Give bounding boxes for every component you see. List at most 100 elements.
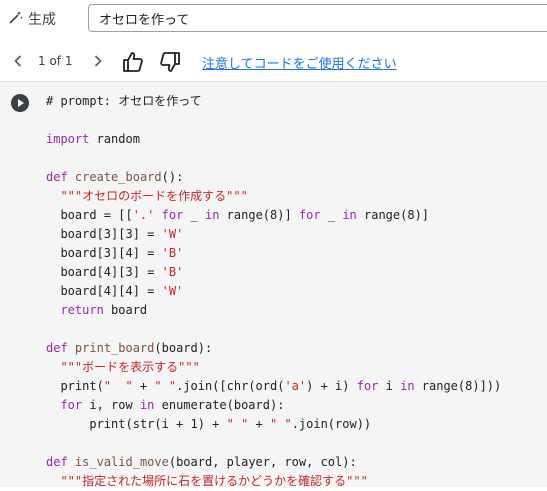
code-token: + [132, 379, 155, 393]
code-token: import [46, 132, 90, 146]
code-line: import random [46, 130, 541, 149]
code-usage-caution-link[interactable]: 注意してコードをご使用ください [202, 53, 397, 72]
code-token: print( [46, 379, 104, 393]
play-icon [18, 99, 24, 107]
magic-wand-icon [8, 9, 24, 29]
code-token: i [378, 379, 401, 393]
code-token: '.' [132, 208, 155, 222]
code-line: print(str(i + 1) + " " + " ".join(row)) [46, 415, 541, 434]
code-token: 'B' [161, 246, 184, 260]
code-token: """指定された場所に石を置けるかどうかを確認する""" [60, 474, 368, 488]
code-token: board = [[ [46, 208, 133, 222]
code-token: for [161, 208, 184, 222]
run-button[interactable] [11, 94, 29, 112]
chevron-left-icon[interactable] [8, 51, 28, 71]
code-token: board [103, 303, 148, 317]
code-token: for [356, 379, 379, 393]
code-token: " " [270, 417, 292, 431]
code-token: .join(row)) [291, 417, 372, 431]
code-token: board[3][4] = [46, 246, 162, 260]
code-token: random [89, 132, 140, 146]
code-token: (): [161, 170, 184, 184]
code-line: def print_board(board): [46, 339, 541, 358]
code-token: # prompt: オセロを作って [46, 94, 202, 108]
prompt-input[interactable] [88, 4, 547, 32]
code-editor[interactable]: # prompt: オセロを作って import random def create… [46, 92, 541, 491]
code-token: board[4][4] = [46, 284, 162, 298]
code-line: board = [['.' for _ in range(8)] for _ i… [46, 206, 541, 225]
code-token: " " [103, 379, 133, 393]
code-token: " " [154, 379, 177, 393]
code-line: def create_board(): [46, 168, 541, 187]
code-line: def is_valid_move(board, player, row, co… [46, 453, 541, 472]
thumb-up-icon[interactable] [121, 50, 145, 74]
code-token: 'a' [284, 379, 307, 393]
thumb-down-icon[interactable] [158, 50, 182, 74]
code-token: (board): [154, 341, 213, 355]
result-count: 1 of 1 [38, 54, 73, 68]
chevron-right-icon[interactable] [88, 51, 108, 71]
result-navigation-bar: 1 of 1 注意してコードをご使用ください [0, 42, 547, 82]
code-line: """オセロのボードを作成する""" [46, 187, 541, 206]
generate-label: 生成 [28, 12, 56, 28]
code-token: (board, player, row, col): [168, 455, 357, 469]
code-token: """ボードを表示する""" [60, 360, 200, 374]
code-token: enumerate(board): [154, 398, 285, 412]
code-token: for [298, 208, 321, 222]
code-token: 'B' [161, 265, 184, 279]
code-line: board[4][4] = 'W' [46, 282, 541, 301]
code-token: print_board [74, 341, 155, 355]
code-token: print(str(i + 1) + [46, 417, 227, 431]
code-line: board[3][3] = 'W' [46, 225, 541, 244]
code-line: return board [46, 301, 541, 320]
generate-button[interactable]: 生成 [8, 8, 56, 30]
code-token: in [400, 379, 415, 393]
code-cell: # prompt: オセロを作って import random def create… [0, 82, 547, 488]
code-token: range(8)] [356, 208, 430, 222]
code-line: """指定された場所に石を置けるかどうかを確認する""" [46, 472, 541, 491]
code-token: _ [183, 208, 205, 222]
code-token: + [248, 417, 270, 431]
code-token: create_board [74, 170, 162, 184]
code-token: " " [226, 417, 249, 431]
code-line: for i, row in enumerate(board): [46, 396, 541, 415]
code-line: """ボードを表示する""" [46, 358, 541, 377]
code-token: in [205, 208, 220, 222]
code-token: ) + i) [306, 379, 357, 393]
code-token: def [46, 455, 68, 469]
code-line: board[4][3] = 'B' [46, 263, 541, 282]
code-token: in [342, 208, 357, 222]
code-token: for [60, 398, 83, 412]
code-token: board[3][3] = [46, 227, 162, 241]
code-token: is_valid_move [74, 455, 169, 469]
code-line: print(" " + " ".join([chr(ord('a') + i) … [46, 377, 541, 396]
code-token: range(8)] [219, 208, 299, 222]
code-token: _ [320, 208, 343, 222]
code-token: return [60, 303, 104, 317]
code-token: def [46, 170, 68, 184]
code-line: # prompt: オセロを作って [46, 92, 541, 111]
code-token: 'W' [161, 227, 184, 241]
code-token: range(8)])) [414, 379, 502, 393]
code-token: i, row [82, 398, 140, 412]
code-token: def [46, 341, 68, 355]
code-token: in [139, 398, 155, 412]
code-token: """オセロのボードを作成する""" [60, 189, 248, 203]
generate-toolbar: 生成 [0, 0, 547, 38]
code-token: 'W' [161, 284, 184, 298]
code-token: .join([chr(ord( [176, 379, 285, 393]
code-line: board[3][4] = 'B' [46, 244, 541, 263]
